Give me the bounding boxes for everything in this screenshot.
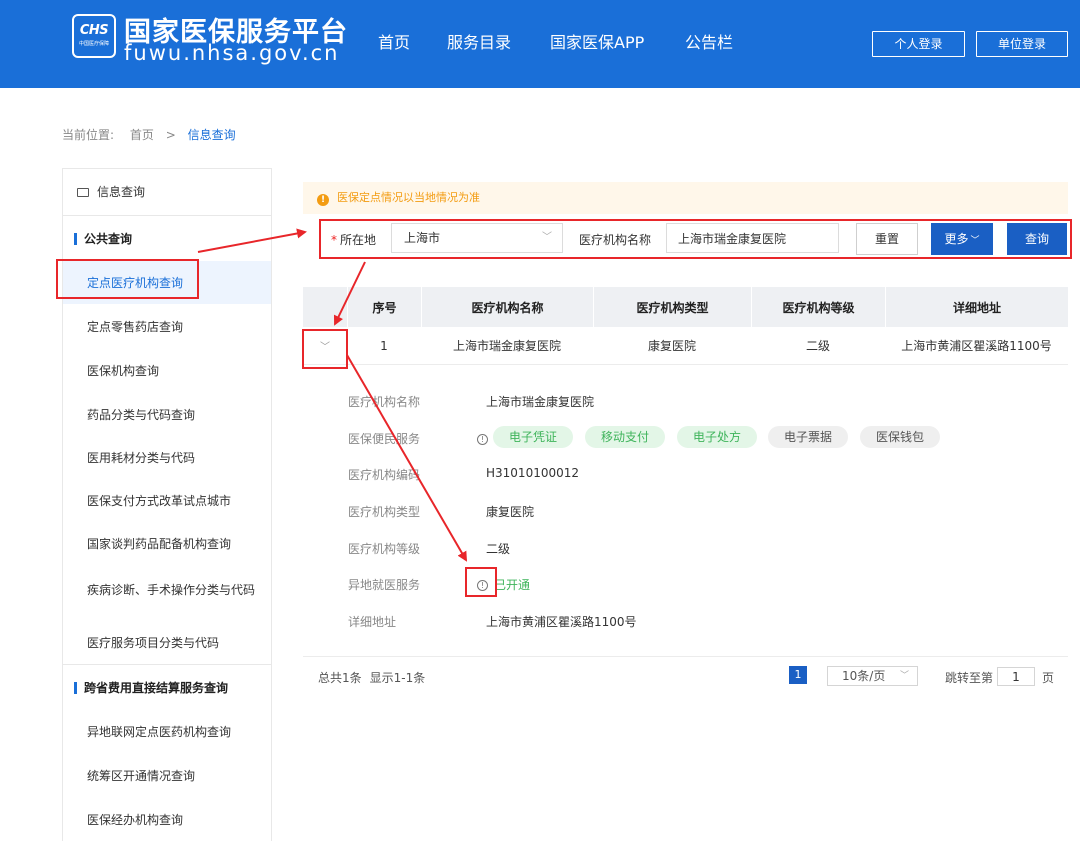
personal-login-button[interactable]: 个人登录 xyxy=(872,31,965,57)
service-tag-mobile-pay: 移动支付 xyxy=(585,426,665,448)
sidebar-item-consumable-codes[interactable]: 医用耗材分类与代码 xyxy=(63,436,271,478)
detail-value-remote: 已开通 xyxy=(494,578,531,592)
detail-value-name: 上海市瑞金康复医院 xyxy=(486,395,595,409)
chs-logo[interactable]: CHS 中国医疗保障 xyxy=(72,14,116,58)
sidebar-divider xyxy=(63,664,271,665)
info-icon[interactable]: ! xyxy=(477,577,488,592)
chevron-down-icon: ﹀ xyxy=(899,671,909,681)
page-number-button[interactable]: 1 xyxy=(789,666,807,684)
chevron-down-icon: ﹀ xyxy=(542,232,552,243)
sidebar-group-public: 公共查询 xyxy=(63,217,271,261)
location-label: * 所在地 xyxy=(331,233,377,247)
chevron-down-icon: ﹀ xyxy=(970,236,980,246)
location-select[interactable]: 上海市 ﹀ xyxy=(391,223,563,253)
detail-value-type: 康复医院 xyxy=(486,505,535,519)
more-button[interactable]: 更多 ﹀ xyxy=(931,223,993,255)
org-login-button[interactable]: 单位登录 xyxy=(976,31,1068,57)
detail-label-level: 医疗机构等级 xyxy=(348,542,421,556)
sidebar-item-insurance-agency[interactable]: 医保机构查询 xyxy=(63,348,271,392)
folder-icon xyxy=(77,188,89,197)
detail-label-name: 医疗机构名称 xyxy=(348,395,421,409)
divider xyxy=(303,656,1068,657)
sidebar-title: 信息查询 xyxy=(97,185,146,199)
page-size-select[interactable]: 10条/页 ﹀ xyxy=(827,666,918,686)
detail-label-type: 医疗机构类型 xyxy=(348,505,421,519)
service-tag-e-prescription: 电子处方 xyxy=(677,426,757,448)
service-tag-wallet: 医保钱包 xyxy=(860,426,940,448)
sidebar-group-cross-province: 跨省费用直接结算服务查询 xyxy=(63,666,271,710)
logo-mark: CHS xyxy=(79,23,109,38)
table-header: 序号 医疗机构名称 医疗机构类型 医疗机构等级 详细地址 xyxy=(303,287,1068,327)
nav-app[interactable]: 国家医保APP xyxy=(550,29,644,53)
annotation-arrow xyxy=(346,354,468,562)
sidebar-item-diagnosis-codes[interactable]: 疾病诊断、手术操作分类与代码 xyxy=(63,564,271,616)
detail-label-code: 医疗机构编码 xyxy=(348,468,421,482)
table-cell: 上海市瑞金康复医院 xyxy=(452,339,561,353)
institution-name-input[interactable] xyxy=(666,223,839,253)
warning-icon: ! xyxy=(317,194,329,206)
detail-label-address: 详细地址 xyxy=(348,615,397,629)
table-cell: 二级 xyxy=(805,339,830,353)
institution-name-label: 医疗机构名称 xyxy=(579,233,652,247)
page-size-value: 10条/页 xyxy=(842,669,886,683)
column-header: 详细地址 xyxy=(885,287,1068,327)
sidebar-item-drug-codes[interactable]: 药品分类与代码查询 xyxy=(63,392,271,436)
sidebar-item-negotiated-drugs[interactable]: 国家谈判药品配备机构查询 xyxy=(63,522,271,564)
info-icon[interactable]: ! xyxy=(477,431,488,446)
jump-suffix: 页 xyxy=(1042,671,1055,685)
pagination-total: 总共1条 显示1-1条 xyxy=(318,671,426,685)
column-header: 医疗机构等级 xyxy=(751,287,885,327)
expand-column-header xyxy=(303,287,347,327)
jump-page-input[interactable] xyxy=(997,667,1035,686)
detail-value-address: 上海市黄浦区瞿溪路1100号 xyxy=(486,615,637,629)
column-header: 医疗机构类型 xyxy=(593,287,751,327)
breadcrumb: 当前位置: 首页 > 信息查询 xyxy=(62,126,236,143)
table-cell: 1 xyxy=(380,338,388,353)
detail-label-services: 医保便民服务 xyxy=(348,432,421,446)
sidebar-header: 信息查询 xyxy=(63,169,271,216)
sidebar-item-remote-network[interactable]: 异地联网定点医药机构查询 xyxy=(63,710,271,753)
nav-bulletin[interactable]: 公告栏 xyxy=(685,29,733,53)
sidebar-item-service-codes[interactable]: 医疗服务项目分类与代码 xyxy=(63,620,271,664)
table-cell: 上海市黄浦区瞿溪路1100号 xyxy=(901,339,1052,353)
breadcrumb-separator: > xyxy=(165,128,176,142)
sidebar-item-designated-medical[interactable]: 定点医疗机构查询 xyxy=(63,261,271,304)
site-url: fuwu.nhsa.gov.cn xyxy=(124,41,340,65)
nav-service-catalog[interactable]: 服务目录 xyxy=(447,29,511,53)
notice-bar: ! 医保定点情况以当地情况为准 xyxy=(303,182,1068,214)
jump-label: 跳转至第 xyxy=(945,671,994,685)
query-button[interactable]: 查询 xyxy=(1007,223,1067,255)
notice-text: 医保定点情况以当地情况为准 xyxy=(337,191,480,204)
logo-subtitle: 中国医疗保障 xyxy=(78,41,109,47)
breadcrumb-home[interactable]: 首页 xyxy=(130,128,154,142)
detail-value-code: H31010100012 xyxy=(486,466,580,480)
column-header: 医疗机构名称 xyxy=(421,287,593,327)
service-tag-e-voucher: 电子凭证 xyxy=(493,426,573,448)
breadcrumb-current: 信息查询 xyxy=(187,128,236,142)
top-header: CHS 中国医疗保障 国家医保服务平台 fuwu.nhsa.gov.cn 首页 … xyxy=(0,0,1080,88)
table-cell: 康复医院 xyxy=(647,339,696,353)
sidebar-item-pooling-area[interactable]: 统筹区开通情况查询 xyxy=(63,753,271,797)
service-tag-e-receipt: 电子票据 xyxy=(768,426,848,448)
nav-home[interactable]: 首页 xyxy=(378,29,410,53)
location-value: 上海市 xyxy=(404,231,441,245)
column-header: 序号 xyxy=(347,287,421,327)
detail-value-level: 二级 xyxy=(486,542,511,556)
detail-label-remote: 异地就医服务 xyxy=(348,578,421,592)
sidebar: 信息查询 公共查询 定点医疗机构查询 定点零售药店查询 医保机构查询 药品分类与… xyxy=(62,168,272,841)
more-label: 更多 xyxy=(944,232,969,246)
expand-row-icon[interactable]: ﹀ xyxy=(303,327,347,364)
sidebar-item-payment-reform[interactable]: 医保支付方式改革试点城市 xyxy=(63,478,271,522)
breadcrumb-label: 当前位置: xyxy=(62,128,115,142)
table-row[interactable]: ﹀ 1 上海市瑞金康复医院 康复医院 二级 上海市黄浦区瞿溪路1100号 xyxy=(303,327,1068,365)
reset-button[interactable]: 重置 xyxy=(856,223,918,255)
sidebar-item-handling-agency[interactable]: 医保经办机构查询 xyxy=(63,797,271,841)
sidebar-item-designated-pharmacy[interactable]: 定点零售药店查询 xyxy=(63,304,271,348)
